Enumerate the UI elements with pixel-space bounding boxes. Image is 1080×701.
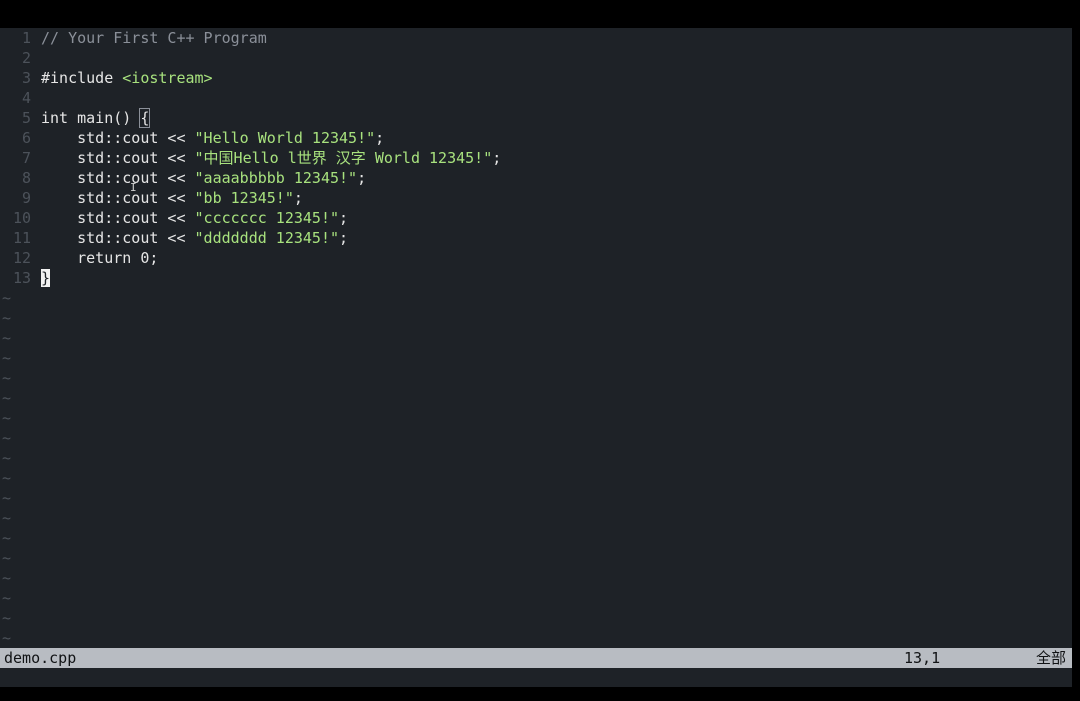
status-filename: demo.cpp (4, 649, 77, 667)
string-literal: "aaaabbbbb 12345!" (194, 169, 358, 187)
line-code: std::cout << "Hello World 12345!"; (41, 129, 384, 147)
empty-buffer-tilde: ~ (2, 349, 12, 367)
command-line[interactable] (0, 668, 1072, 687)
cout-statement: std::cout << (41, 169, 195, 187)
code-area[interactable]: 1 // Your First C++ Program 2 3 #include <io… (0, 28, 1072, 646)
line-number: 9 (21, 189, 31, 207)
code-line[interactable]: 8 std::cout << "aaaabbbbb 12345!"; (0, 168, 1072, 188)
empty-buffer-tilde: ~ (2, 449, 12, 467)
line-code: std::cout << "bb 12345!"; (41, 189, 303, 207)
string-literal: "ddddddd 12345!" (194, 229, 340, 247)
line-number: 7 (21, 149, 31, 167)
empty-buffer-tilde: ~ (2, 409, 12, 427)
code-line[interactable]: 3 #include <iostream> (0, 68, 1072, 88)
cout-statement: std::cout << (41, 149, 195, 167)
line-number: 12 (12, 249, 31, 267)
line-code: // Your First C++ Program (41, 29, 267, 47)
cout-statement: std::cout << (41, 129, 195, 147)
empty-buffer-tilde: ~ (2, 329, 12, 347)
empty-buffer-tilde: ~ (2, 609, 12, 627)
line-code: return 0; (41, 249, 158, 267)
string-literal: "Hello World 12345!" (194, 129, 376, 147)
line-number: 8 (21, 169, 31, 187)
code-line[interactable]: 10 std::cout << "ccccccc 12345!"; (0, 208, 1072, 228)
code-line[interactable]: 5 int main() { (0, 108, 1072, 128)
semicolon: ; (293, 189, 303, 207)
line-code: int main() { (41, 108, 151, 128)
code-line[interactable]: 11 std::cout << "ddddddd 12345!"; (0, 228, 1072, 248)
line-number: 13 (12, 269, 31, 287)
line-number: 3 (21, 69, 31, 87)
empty-buffer-tilde: ~ (2, 309, 12, 327)
semicolon: ; (357, 169, 367, 187)
line-number: 10 (12, 209, 31, 227)
line-number: 5 (21, 109, 31, 127)
line-code: std::cout << "ccccccc 12345!"; (41, 209, 348, 227)
return-statement: return 0; (41, 249, 159, 267)
line-number: 11 (12, 229, 31, 247)
empty-buffer-tilde: ~ (2, 469, 12, 487)
code-line[interactable]: 2 (0, 48, 1072, 68)
code-line[interactable]: 13} (0, 268, 1072, 288)
code-line[interactable]: 7 std::cout << "中国Hello l世界 汉字 World 123… (0, 148, 1072, 168)
line-code: std::cout << "aaaabbbbb 12345!"; (41, 169, 366, 187)
empty-buffer-tilde: ~ (2, 389, 12, 407)
empty-buffer-tilde: ~ (2, 509, 12, 527)
code-line[interactable]: 4 (0, 88, 1072, 108)
mouse-ibeam-cursor-icon: I (130, 181, 137, 194)
cout-statement: std::cout << (41, 189, 195, 207)
semicolon: ; (339, 209, 349, 227)
string-literal: "中国Hello l世界 汉字 World 12345!" (194, 149, 493, 167)
cout-statement: std::cout << (41, 229, 195, 247)
empty-buffer-tilde: ~ (2, 529, 12, 547)
line-number: 4 (21, 89, 31, 107)
code-line[interactable]: 6 std::cout << "Hello World 12345!"; (0, 128, 1072, 148)
line-code: #include <iostream> (41, 69, 213, 87)
status-cursor-position: 13,1 (904, 649, 941, 667)
line-code: std::cout << "中国Hello l世界 汉字 World 12345… (41, 149, 501, 167)
empty-buffer-tilde: ~ (2, 429, 12, 447)
code-line[interactable]: 12 return 0; (0, 248, 1072, 268)
empty-buffer-tilde: ~ (2, 629, 12, 646)
empty-buffer-tilde: ~ (2, 289, 12, 307)
comment-text: // Your First C++ Program (41, 29, 267, 47)
string-literal: "ccccccc 12345!" (194, 209, 340, 227)
string-literal: "bb 12345!" (194, 189, 294, 207)
empty-buffer-tilde: ~ (2, 569, 12, 587)
semicolon: ; (375, 129, 385, 147)
status-line: demo.cpp 13,1 全部 (0, 648, 1072, 668)
empty-buffer-tilde: ~ (2, 589, 12, 607)
cout-statement: std::cout << (41, 209, 195, 227)
matching-bracket: { (139, 108, 151, 128)
empty-buffer-tilde: ~ (2, 489, 12, 507)
line-number: 2 (21, 49, 31, 67)
include-directive: #include (41, 69, 123, 87)
code-line[interactable]: 1 // Your First C++ Program (0, 28, 1072, 48)
function-signature: int main() (41, 109, 141, 127)
line-number: 1 (21, 29, 31, 47)
line-code: std::cout << "ddddddd 12345!"; (41, 229, 348, 247)
semicolon: ; (339, 229, 349, 247)
code-line[interactable]: 9 std::cout << "bb 12345!"; (0, 188, 1072, 208)
include-header: <iostream> (122, 69, 213, 87)
vim-editor-window[interactable]: 1 // Your First C++ Program 2 3 #include <io… (0, 28, 1072, 687)
status-scroll-indicator: 全部 (1035, 649, 1066, 667)
semicolon: ; (492, 149, 502, 167)
empty-buffer-tilde: ~ (2, 549, 12, 567)
line-code: } (41, 269, 51, 287)
text-cursor: } (41, 269, 51, 287)
line-number: 6 (21, 129, 31, 147)
empty-buffer-tilde: ~ (2, 369, 12, 387)
